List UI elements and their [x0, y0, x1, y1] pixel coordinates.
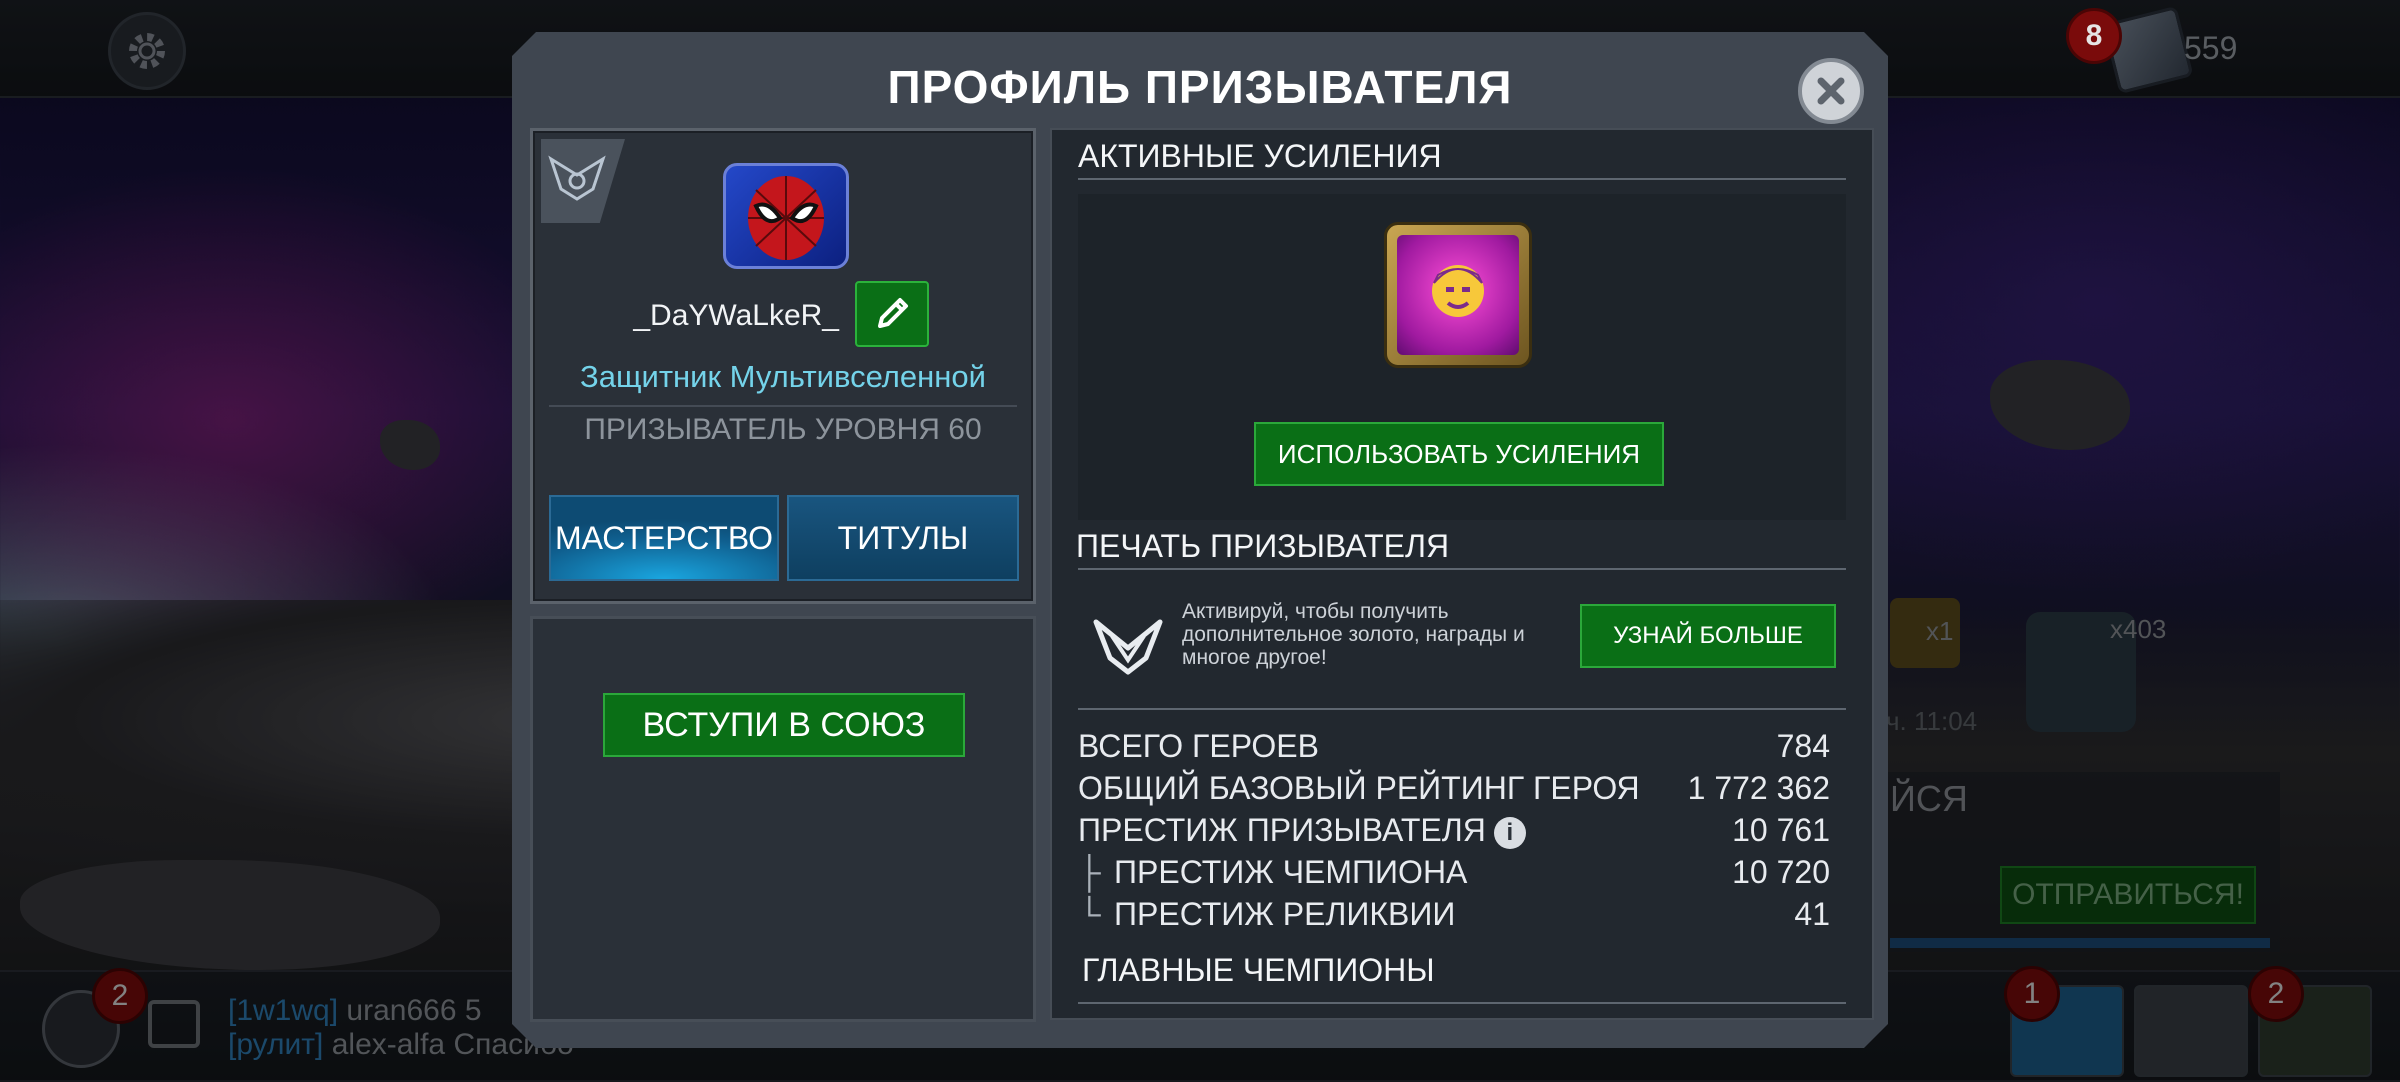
stat-label: ПРЕСТИЖ ПРИЗЫВАТЕЛЯ — [1078, 812, 1486, 848]
top-champions-heading: ГЛАВНЫЕ ЧЕМПИОНЫ — [1082, 952, 1435, 988]
use-boosts-button[interactable]: ИСПОЛЬЗОВАТЬ УСИЛЕНИЯ — [1254, 422, 1664, 486]
rank-emblem-icon[interactable] — [541, 139, 625, 223]
alliance-card: ВСТУПИ В СОЮЗ — [530, 616, 1036, 1022]
modal-title: ПРОФИЛЬ ПРИЗЫВАТЕЛЯ — [887, 61, 1513, 113]
stat-total-heroes: ВСЕГО ГЕРОЕВ 784 — [1078, 728, 1830, 768]
summoner-seal-icon — [1090, 608, 1166, 678]
stat-label: ОБЩИЙ БАЗОВЫЙ РЕЙТИНГ ГЕРОЯ — [1078, 770, 1640, 806]
seal-heading: ПЕЧАТЬ ПРИЗЫВАТЕЛЯ — [1076, 528, 1450, 564]
stat-label-wrap: ПРЕСТИЖ ПРИЗЫВАТЕЛЯ i — [1078, 812, 1526, 849]
boosts-heading: АКТИВНЫЕ УСИЛЕНИЯ — [1078, 138, 1442, 174]
notification-badge: 8 — [2066, 8, 2122, 64]
stat-relic-prestige: └ ПРЕСТИЖ РЕЛИКВИИ 41 — [1078, 896, 1830, 936]
stat-label: ВСЕГО ГЕРОЕВ — [1078, 728, 1319, 764]
boost-icon[interactable] — [1384, 222, 1532, 368]
active-boosts-area: ИСПОЛЬЗОВАТЬ УСИЛЕНИЯ — [1078, 194, 1846, 520]
divider — [549, 405, 1017, 407]
stat-base-rating: ОБЩИЙ БАЗОВЫЙ РЕЙТИНГ ГЕРОЯ 1 772 362 — [1078, 770, 1830, 810]
stat-champion-prestige: ├ ПРЕСТИЖ ЧЕМПИОНА 10 720 — [1078, 854, 1830, 894]
stat-value: 41 — [1794, 896, 1830, 932]
stat-summoner-prestige: ПРЕСТИЖ ПРИЗЫВАТЕЛЯ i 10 761 — [1078, 812, 1830, 852]
divider — [1078, 708, 1846, 710]
tree-connector: ├ — [1078, 854, 1101, 890]
edit-name-button[interactable] — [855, 281, 929, 347]
avatar-spiderman — [748, 176, 824, 260]
divider — [1078, 178, 1846, 180]
profile-card: _DaYWaLkeR_ Защитник Мультивселенной ПРИ… — [530, 128, 1036, 604]
close-button[interactable] — [1798, 58, 1864, 124]
info-icon[interactable]: i — [1493, 816, 1526, 849]
summoner-title: Защитник Мультивселенной — [580, 359, 986, 394]
divider — [1078, 568, 1846, 570]
tab-titles[interactable]: ТИТУЛЫ — [787, 495, 1019, 581]
stat-value: 10 761 — [1732, 812, 1830, 848]
stat-value: 784 — [1776, 728, 1830, 764]
summoner-level: ПРИЗЫВАТЕЛЬ УРОВНЯ 60 — [584, 413, 982, 446]
divider — [1078, 1002, 1846, 1004]
pencil-icon — [878, 298, 908, 328]
summoner-profile-modal: ПРОФИЛЬ ПРИЗЫВАТЕЛЯ _DaYWaLkeR_ Защитник… — [512, 32, 1888, 1048]
stat-value: 1 772 362 — [1687, 770, 1830, 806]
username: _DaYWaLkeR_ — [633, 299, 839, 332]
stat-label: ПРЕСТИЖ ЧЕМПИОНА — [1114, 854, 1468, 890]
tab-mastery[interactable]: МАСТЕРСТВО — [549, 495, 779, 581]
tree-connector: └ — [1078, 896, 1101, 932]
avatar[interactable] — [723, 163, 849, 269]
seal-description: Активируй, чтобы получить дополнительное… — [1182, 600, 1525, 669]
stat-value: 10 720 — [1732, 854, 1830, 890]
stat-label: ПРЕСТИЖ РЕЛИКВИИ — [1114, 896, 1456, 932]
learn-more-button[interactable]: УЗНАЙ БОЛЬШЕ — [1580, 604, 1836, 668]
join-alliance-button[interactable]: ВСТУПИ В СОЮЗ — [603, 693, 965, 757]
close-icon — [1817, 77, 1845, 105]
profile-details-panel: АКТИВНЫЕ УСИЛЕНИЯ ИСПОЛЬЗОВАТЬ УСИЛЕНИЯ … — [1050, 128, 1874, 1020]
